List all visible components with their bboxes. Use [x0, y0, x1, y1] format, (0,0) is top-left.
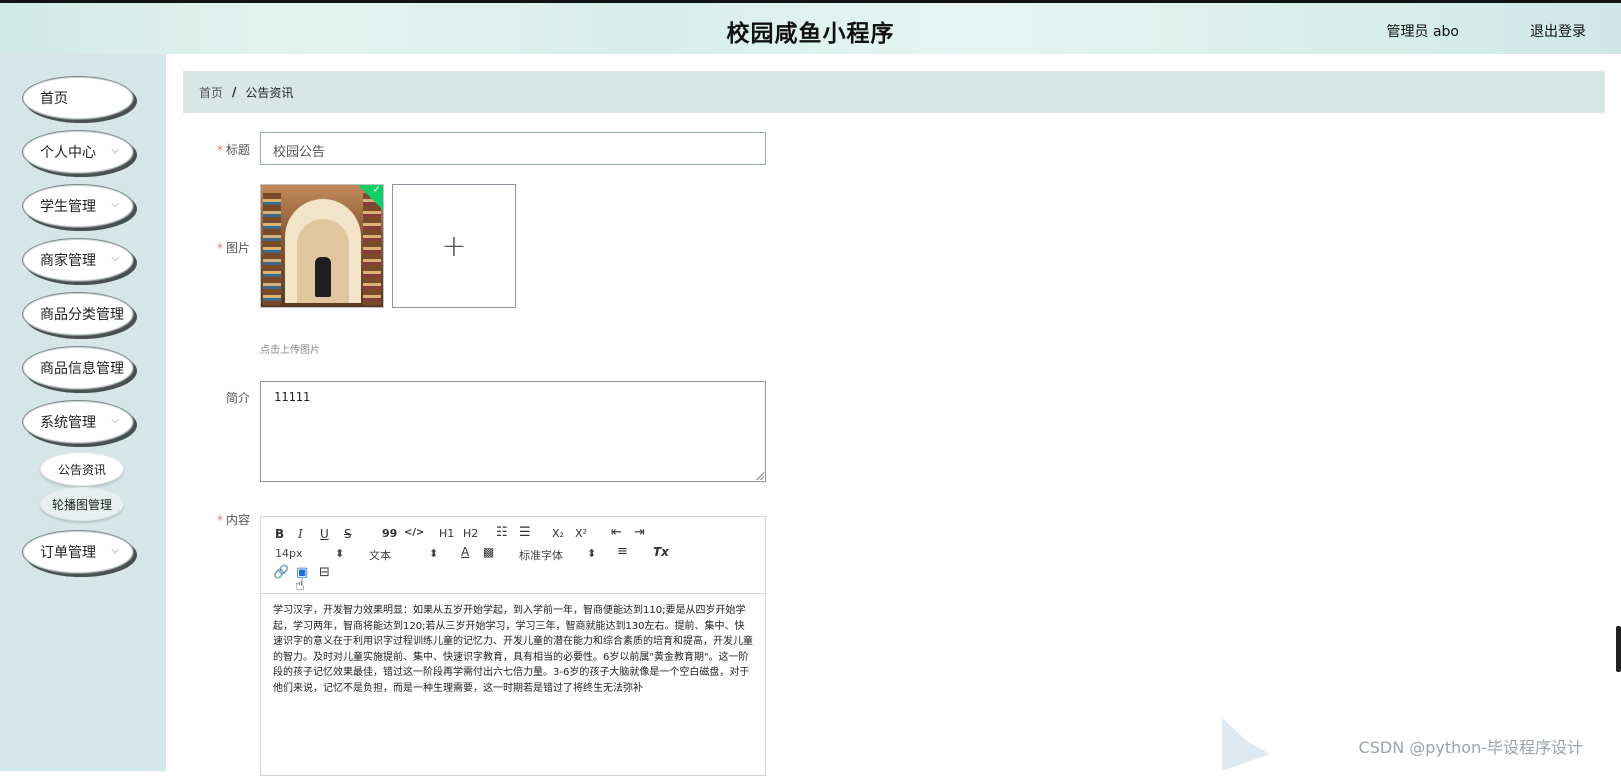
plus-icon: +: [441, 228, 467, 264]
check-icon: ✓: [372, 184, 381, 196]
sidebar-subitem-carousel[interactable]: 轮播图管理: [40, 487, 124, 521]
content-label: * 内容: [190, 511, 250, 528]
sidebar-item-product-management[interactable]: 商品信息管理: [22, 346, 134, 390]
chevron-down-icon: ⌵: [111, 199, 119, 210]
clear-format-button[interactable]: Tx: [653, 545, 669, 559]
sidebar: 首页 个人中心 ⌵ 学生管理 ⌵ 商家管理 ⌵ 商品分类管理 商品信息管理 系统…: [0, 54, 166, 771]
sidebar-item-merchant-management[interactable]: 商家管理 ⌵: [22, 238, 134, 282]
scrollbar-thumb[interactable]: [1616, 626, 1621, 672]
link-icon[interactable]: 🔗: [273, 565, 289, 580]
font-family-select-value: 标准字体: [519, 549, 563, 562]
image-label-text: 图片: [225, 241, 250, 255]
intro-value: 11111: [274, 390, 311, 404]
sidebar-item-label: 商品信息管理: [40, 361, 124, 377]
select-arrow-icon: ⬍: [335, 547, 345, 560]
sidebar-item-label: 个人中心: [40, 145, 96, 161]
editor-toolbar: B I U S 99 </> H1 H2 ☷ ☰ X₂ X² ⇤ ⇥ 14px …: [261, 517, 765, 594]
sidebar-subitem-announcements[interactable]: 公告资讯: [40, 452, 124, 486]
sidebar-item-label: 订单管理: [40, 545, 96, 561]
sidebar-subitem-label: 公告资讯: [57, 462, 106, 477]
logout-link[interactable]: 退出登录: [1530, 21, 1586, 41]
breadcrumb-separator: /: [232, 85, 237, 99]
sidebar-item-student-management[interactable]: 学生管理 ⌵: [22, 184, 134, 228]
required-mark: *: [216, 143, 223, 157]
sidebar-subitem-label: 轮播图管理: [51, 497, 112, 512]
breadcrumb: 首页 / 公告资讯: [183, 71, 1605, 113]
sidebar-item-label: 首页: [40, 91, 68, 107]
image-label: * 图片: [190, 239, 250, 256]
app-title: 校园咸鱼小程序: [726, 21, 895, 47]
breadcrumb-current: 公告资讯: [245, 85, 294, 100]
title-label-text: 标题: [225, 143, 250, 157]
code-block-button[interactable]: </>: [404, 527, 424, 538]
strikethrough-button[interactable]: S: [344, 527, 352, 541]
sidebar-item-label: 学生管理: [40, 199, 96, 215]
ordered-list-icon[interactable]: ☷: [496, 525, 508, 540]
sidebar-item-category-management[interactable]: 商品分类管理: [22, 292, 134, 336]
select-arrow-icon: ⬍: [587, 547, 597, 560]
background-color-icon[interactable]: ▩: [483, 545, 494, 559]
font-family-select[interactable]: 标准字体: [519, 547, 563, 563]
watermark-logo-icon: [1222, 718, 1270, 771]
align-left-icon[interactable]: ≡: [617, 544, 628, 559]
font-size-select[interactable]: 14px: [275, 547, 303, 560]
sidebar-item-label: 商品分类管理: [40, 307, 124, 323]
chevron-down-icon: ⌵: [111, 415, 119, 426]
chevron-down-icon: ⌵: [111, 545, 119, 556]
image-upload-button[interactable]: +: [392, 184, 516, 308]
title-input-value: 校园公告: [273, 145, 326, 160]
uploaded-image-thumbnail[interactable]: ✓: [260, 184, 384, 308]
image-detail: [363, 193, 381, 305]
sidebar-item-system-management[interactable]: 系统管理 ⌵: [22, 400, 134, 444]
logo-shape: [1222, 718, 1270, 771]
image-detail: [263, 193, 281, 305]
breadcrumb-home[interactable]: 首页: [199, 84, 223, 101]
indent-icon[interactable]: ⇥: [634, 525, 645, 540]
sidebar-item-label: 商家管理: [40, 253, 96, 269]
intro-textarea[interactable]: 11111: [260, 381, 766, 482]
sidebar-item-personal-center[interactable]: 个人中心 ⌵: [22, 130, 134, 174]
image-detail: [315, 257, 331, 297]
superscript-button[interactable]: X²: [575, 527, 587, 540]
intro-label-text: 简介: [225, 391, 250, 405]
resize-handle-icon[interactable]: [756, 472, 764, 480]
editor-content[interactable]: 学习汉字，开发智力效果明显：如果从五岁开始学起，到入学前一年，智商便能达到110…: [273, 603, 753, 696]
paragraph-select[interactable]: 文本: [369, 547, 391, 563]
required-mark: *: [216, 241, 223, 255]
sidebar-item-label: 系统管理: [40, 415, 96, 431]
header-bar: 校园咸鱼小程序 管理员 abo 退出登录: [0, 0, 1621, 54]
outdent-icon[interactable]: ⇤: [611, 525, 622, 540]
underline-button[interactable]: U: [320, 527, 329, 541]
font-size-select-value: 14px: [275, 547, 303, 560]
intro-label: 简介: [190, 389, 250, 406]
chevron-down-icon: ⌵: [111, 145, 119, 156]
admin-username: 管理员 abo: [1386, 24, 1459, 40]
sidebar-item-home[interactable]: 首页: [22, 76, 134, 120]
heading-2-button[interactable]: H2: [463, 527, 478, 540]
content-label-text: 内容: [225, 513, 250, 527]
bullet-list-icon[interactable]: ☰: [519, 525, 531, 540]
sidebar-item-order-management[interactable]: 订单管理 ⌵: [22, 530, 134, 574]
chevron-down-icon: ⌵: [111, 253, 119, 264]
hand-pointer-icon: ☝: [295, 575, 305, 594]
watermark-text: CSDN @python-毕设程序设计: [1358, 738, 1583, 757]
italic-button[interactable]: I: [298, 527, 303, 541]
bold-button[interactable]: B: [275, 527, 284, 541]
video-insert-icon[interactable]: ⊟: [319, 565, 330, 580]
subscript-button[interactable]: X₂: [552, 527, 564, 540]
rich-text-editor[interactable]: B I U S 99 </> H1 H2 ☷ ☰ X₂ X² ⇤ ⇥ 14px …: [260, 516, 766, 776]
heading-1-button[interactable]: H1: [439, 527, 454, 540]
upload-hint: 点击上传图片: [260, 345, 320, 356]
select-arrow-icon: ⬍: [429, 547, 439, 560]
blockquote-button[interactable]: 99: [382, 527, 397, 540]
title-label: * 标题: [190, 141, 250, 158]
font-color-icon[interactable]: A: [461, 545, 469, 559]
title-input[interactable]: 校园公告: [260, 132, 766, 165]
paragraph-select-value: 文本: [369, 549, 391, 562]
required-mark: *: [216, 513, 223, 527]
